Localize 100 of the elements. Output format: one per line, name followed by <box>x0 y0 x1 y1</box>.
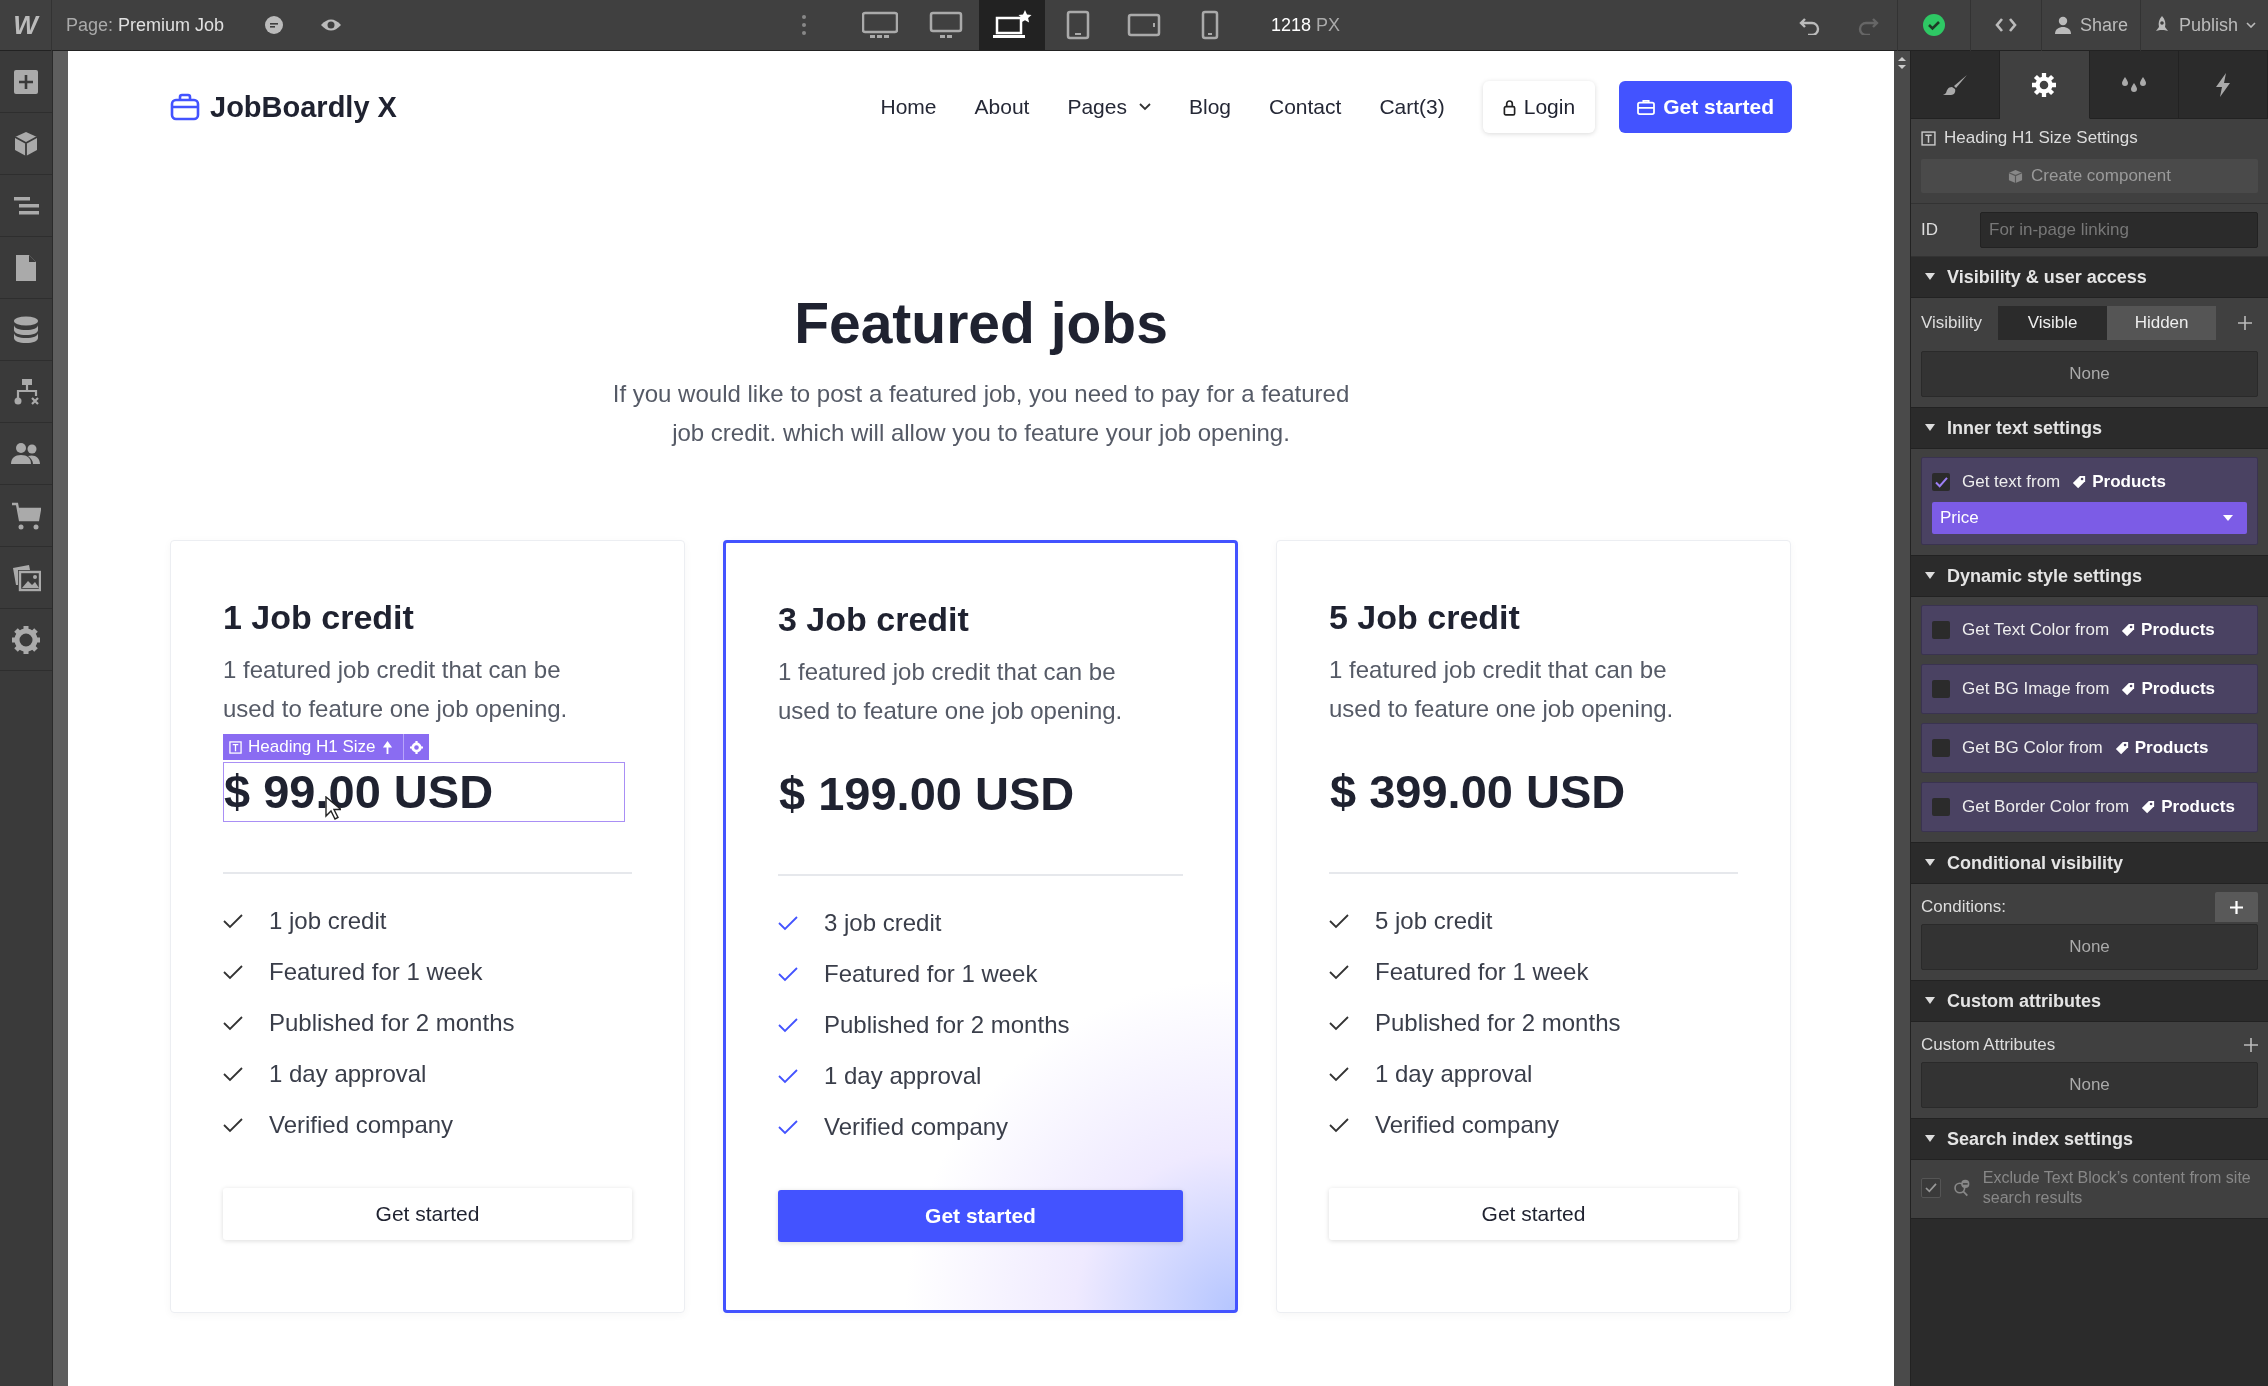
section-description: If you would like to post a featured job, you need to pay for a featured job credit. which will allow you to feature your job opening. <box>611 379 1351 448</box>
check-icon <box>223 964 243 980</box>
undo-icon[interactable] <box>1798 15 1821 35</box>
checkbox[interactable] <box>1932 621 1950 639</box>
add-icon[interactable] <box>2244 1038 2258 1052</box>
check-icon <box>1329 1015 1349 1031</box>
id-field[interactable]: For in-page linking <box>1980 212 2258 248</box>
empty-state: None <box>1921 1062 2258 1108</box>
feature-text: 1 day approval <box>269 1060 427 1088</box>
panel-tab[interactable] <box>2000 51 2090 119</box>
field-dropdown[interactable]: Price <box>1932 502 2247 534</box>
cube-icon <box>2008 168 2024 184</box>
plan-title: 1 Job credit <box>223 597 415 638</box>
check-icon <box>778 1119 798 1135</box>
binding-label: Get BG Color from <box>1962 738 2103 758</box>
list-label: Custom Attributes <box>1921 1035 2056 1055</box>
check-icon <box>223 1015 243 1031</box>
feature-text: Featured for 1 week <box>1375 958 1589 986</box>
collection-source: Products <box>2141 620 2215 640</box>
text-block-icon <box>229 740 242 754</box>
collection-source: Products <box>2161 797 2235 817</box>
id-label: ID <box>1921 220 1938 240</box>
tag-icon <box>2072 475 2087 489</box>
caret-icon <box>1925 424 1935 432</box>
binding-label: Get text from <box>1962 472 2061 492</box>
get-started-button[interactable]: Get started <box>1619 81 1792 133</box>
arrow-icon <box>381 740 393 754</box>
lightning-icon <box>2214 72 2231 97</box>
collection-source: Products <box>2134 738 2209 758</box>
feature-text: 5 job credit <box>1375 907 1493 935</box>
checkbox[interactable] <box>1932 473 1950 491</box>
get-started-button[interactable]: Get started <box>1329 1187 1738 1240</box>
feature-text: 1 day approval <box>1375 1060 1533 1088</box>
visibility-label: Visibility <box>1921 313 1983 333</box>
add-button[interactable] <box>2215 892 2258 922</box>
scroll-arrows-icon[interactable] <box>1897 55 1907 71</box>
feature-text: Published for 2 months <box>1375 1009 1621 1037</box>
nav-link[interactable]: Blog <box>1189 95 1231 119</box>
checkbox[interactable] <box>1932 680 1950 698</box>
checkbox[interactable] <box>1932 739 1950 757</box>
text-block-icon <box>1921 130 1936 146</box>
brush-icon <box>1942 73 1969 96</box>
page-selector[interactable]: Page: Premium Job <box>52 14 247 36</box>
feature-text: 1 job credit <box>269 907 387 935</box>
comment-icon[interactable] <box>264 15 285 35</box>
check-icon <box>1329 964 1349 980</box>
empty-state: None <box>1921 351 2258 397</box>
nav-link[interactable]: Home <box>880 95 937 119</box>
checkbox[interactable] <box>1932 798 1950 816</box>
tag-icon <box>2141 800 2156 814</box>
briefcase-icon <box>1637 99 1656 115</box>
desktop-icon[interactable] <box>978 0 1045 51</box>
caret-icon <box>1925 997 1935 1005</box>
feature-text: Published for 2 months <box>269 1009 515 1037</box>
tag-icon <box>2121 623 2136 637</box>
more-options-icon[interactable] <box>800 14 807 36</box>
nav-link[interactable]: About <box>974 95 1030 119</box>
share-button[interactable]: Share <box>2041 0 2140 51</box>
visibility-option[interactable]: Hidden <box>2107 306 2217 340</box>
plan-price: $ 99.00 USD <box>223 762 625 822</box>
plan-description: 1 featured job credit that can be used to feature one job opening. <box>223 655 569 724</box>
visibility-option[interactable]: Visible <box>1998 306 2108 340</box>
preview-eye-icon[interactable] <box>320 17 343 33</box>
get-started-button[interactable]: Get started <box>778 1189 1183 1242</box>
list-label: Conditions: <box>1921 897 2007 917</box>
login-button[interactable]: Login <box>1482 81 1596 133</box>
collection-source: Products <box>2141 679 2216 699</box>
brand-logo[interactable]: JobBoardly X <box>170 90 397 124</box>
check-icon <box>778 915 798 931</box>
search-exclude-label: Exclude Text Block’s content from site search results <box>1982 1168 2252 1208</box>
lock-icon <box>1502 98 1516 116</box>
caret-icon <box>1925 572 1935 580</box>
status-check-icon[interactable] <box>1921 13 1946 37</box>
caret-icon <box>1925 859 1935 867</box>
feature-text: Published for 2 months <box>824 1011 1070 1039</box>
plan-price: $ 399.00 USD <box>1329 764 1627 820</box>
plan-title: 3 Job credit <box>778 599 970 640</box>
get-started-button[interactable]: Get started <box>223 1187 632 1240</box>
check-icon <box>1925 1183 1937 1193</box>
nav-link[interactable]: Cart(3) <box>1379 95 1445 119</box>
binding-label: Get Text Color from <box>1962 620 2110 640</box>
nav-link[interactable]: Pages <box>1067 95 1151 119</box>
section-title: Featured jobs <box>793 290 1169 357</box>
feature-text: 1 day approval <box>824 1062 982 1090</box>
plan-description: 1 featured job credit that can be used to feature one job opening. <box>1329 655 1675 724</box>
selection-label[interactable]: Heading H1 Size <box>223 734 429 760</box>
caret-icon <box>2246 22 2256 28</box>
canvas-width: 1218 PX <box>1270 14 1341 36</box>
plus-icon <box>2230 900 2243 914</box>
collection-source: Products <box>2092 472 2166 492</box>
nav-link[interactable]: Contact <box>1269 95 1342 119</box>
code-icon[interactable] <box>1994 17 2017 33</box>
publish-button[interactable]: Publish <box>2140 0 2268 51</box>
scrollbar[interactable] <box>1894 51 1911 1386</box>
feature-text: Verified company <box>269 1111 454 1139</box>
feature-text: Verified company <box>824 1113 1009 1141</box>
feature-text: Featured for 1 week <box>824 960 1038 988</box>
add-icon[interactable] <box>2238 316 2253 330</box>
app-logo[interactable]: W <box>0 0 52 51</box>
binding-label: Get BG Image from <box>1962 679 2110 699</box>
